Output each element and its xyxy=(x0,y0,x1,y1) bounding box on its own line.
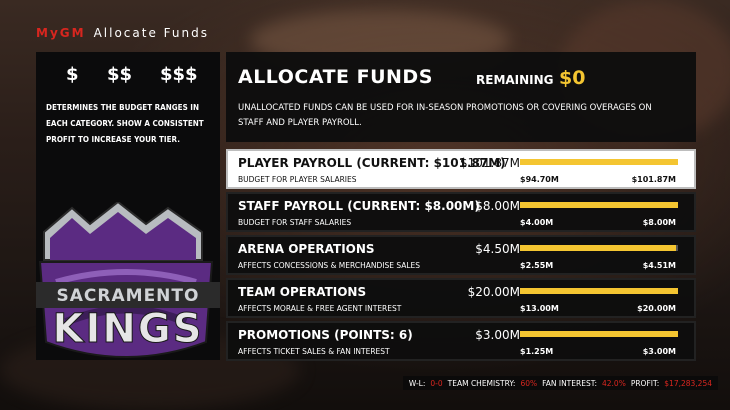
team-logo: SACRAMENTO KINGS xyxy=(36,200,220,360)
wl-label: W-L: xyxy=(408,378,426,388)
tier-3: $$$ xyxy=(160,64,198,85)
tier-2: $$ xyxy=(107,64,133,85)
fan-interest-label: FAN INTEREST: xyxy=(542,378,597,388)
row-name: STAFF PAYROLL (CURRENT: $8.00M) xyxy=(238,199,480,213)
slider-fill xyxy=(520,245,677,251)
remaining-label: REMAINING xyxy=(476,73,554,87)
row-subtitle: Affects ticket sales & fan interest xyxy=(238,347,390,356)
budget-row-player-payroll[interactable]: PLAYER PAYROLL (CURRENT: $101.87M) Budge… xyxy=(226,149,696,189)
range-max: $20.00M xyxy=(637,304,676,313)
range-max: $8.00M xyxy=(642,218,676,227)
range-min: $2.55M xyxy=(520,261,554,270)
page-title: ALLOCATE FUNDS xyxy=(238,66,433,88)
row-subtitle: Budget for staff salaries xyxy=(238,218,352,227)
screen-title: Allocate Funds xyxy=(93,26,209,40)
budget-slider[interactable] xyxy=(520,331,678,337)
slider-fill xyxy=(520,159,678,165)
slider-fill xyxy=(520,331,678,337)
profit-value: $17,283,254 xyxy=(664,378,712,388)
logo-text-line2: KINGS xyxy=(53,306,204,352)
tier-panel: $ $$ $$$ Determines the budget ranges in… xyxy=(36,52,220,360)
row-name: TEAM OPERATIONS xyxy=(238,285,367,299)
wl-value: 0-0 xyxy=(430,378,443,388)
chemistry-label: TEAM CHEMISTRY: xyxy=(447,378,516,388)
budget-slider[interactable] xyxy=(520,202,678,208)
row-name: ARENA OPERATIONS xyxy=(238,242,375,256)
row-value: $3.00M xyxy=(475,328,520,342)
slider-fill xyxy=(520,202,678,208)
row-subtitle: Budget for player salaries xyxy=(238,175,357,184)
budget-row-arena-operations[interactable]: ARENA OPERATIONS Affects concessions & m… xyxy=(226,235,696,275)
chemistry-value: 60% xyxy=(520,378,538,388)
profit-label: PROFIT: xyxy=(630,378,660,388)
budget-row-staff-payroll[interactable]: STAFF PAYROLL (CURRENT: $8.00M) Budget f… xyxy=(226,192,696,232)
row-value: $4.50M xyxy=(475,242,520,256)
tier-1: $ xyxy=(66,64,79,85)
budget-slider[interactable] xyxy=(520,159,678,165)
header-description: Unallocated funds can be used for in-sea… xyxy=(238,103,652,128)
budget-slider[interactable] xyxy=(520,245,678,251)
row-name: PROMOTIONS (POINTS: 6) xyxy=(238,328,413,342)
row-value: $8.00M xyxy=(475,199,520,213)
row-subtitle: Affects concessions & merchandise sales xyxy=(238,261,421,270)
slider-fill xyxy=(520,288,678,294)
allocate-header: ALLOCATE FUNDS REMAINING $0 Unallocated … xyxy=(226,52,696,142)
remaining-value: $0 xyxy=(559,67,586,89)
tier-indicators: $ $$ $$$ xyxy=(36,64,220,94)
fan-interest-value: 42.0% xyxy=(602,378,626,388)
budget-row-team-operations[interactable]: TEAM OPERATIONS Affects morale & free ag… xyxy=(226,278,696,318)
logo-text-line1: SACRAMENTO xyxy=(57,286,200,306)
top-bar: MyGM Allocate Funds xyxy=(0,24,209,42)
brand-label: MyGM xyxy=(36,26,86,40)
team-status-bar: W-L: 0-0 TEAM CHEMISTRY: 60% FAN INTERES… xyxy=(402,376,718,390)
budget-row-promotions[interactable]: PROMOTIONS (POINTS: 6) Affects ticket sa… xyxy=(226,321,696,361)
row-subtitle: Affects morale & free agent interest xyxy=(238,304,402,313)
row-value: $20.00M xyxy=(467,285,520,299)
tier-description: Determines the budget ranges in each cat… xyxy=(46,103,204,144)
range-max: $4.51M xyxy=(642,261,676,270)
row-value: $101.87M xyxy=(460,156,520,170)
range-min: $4.00M xyxy=(520,218,554,227)
range-min: $94.70M xyxy=(520,175,559,184)
range-max: $3.00M xyxy=(642,347,676,356)
budget-slider[interactable] xyxy=(520,288,678,294)
range-max: $101.87M xyxy=(631,175,676,184)
range-min: $13.00M xyxy=(520,304,559,313)
range-min: $1.25M xyxy=(520,347,554,356)
